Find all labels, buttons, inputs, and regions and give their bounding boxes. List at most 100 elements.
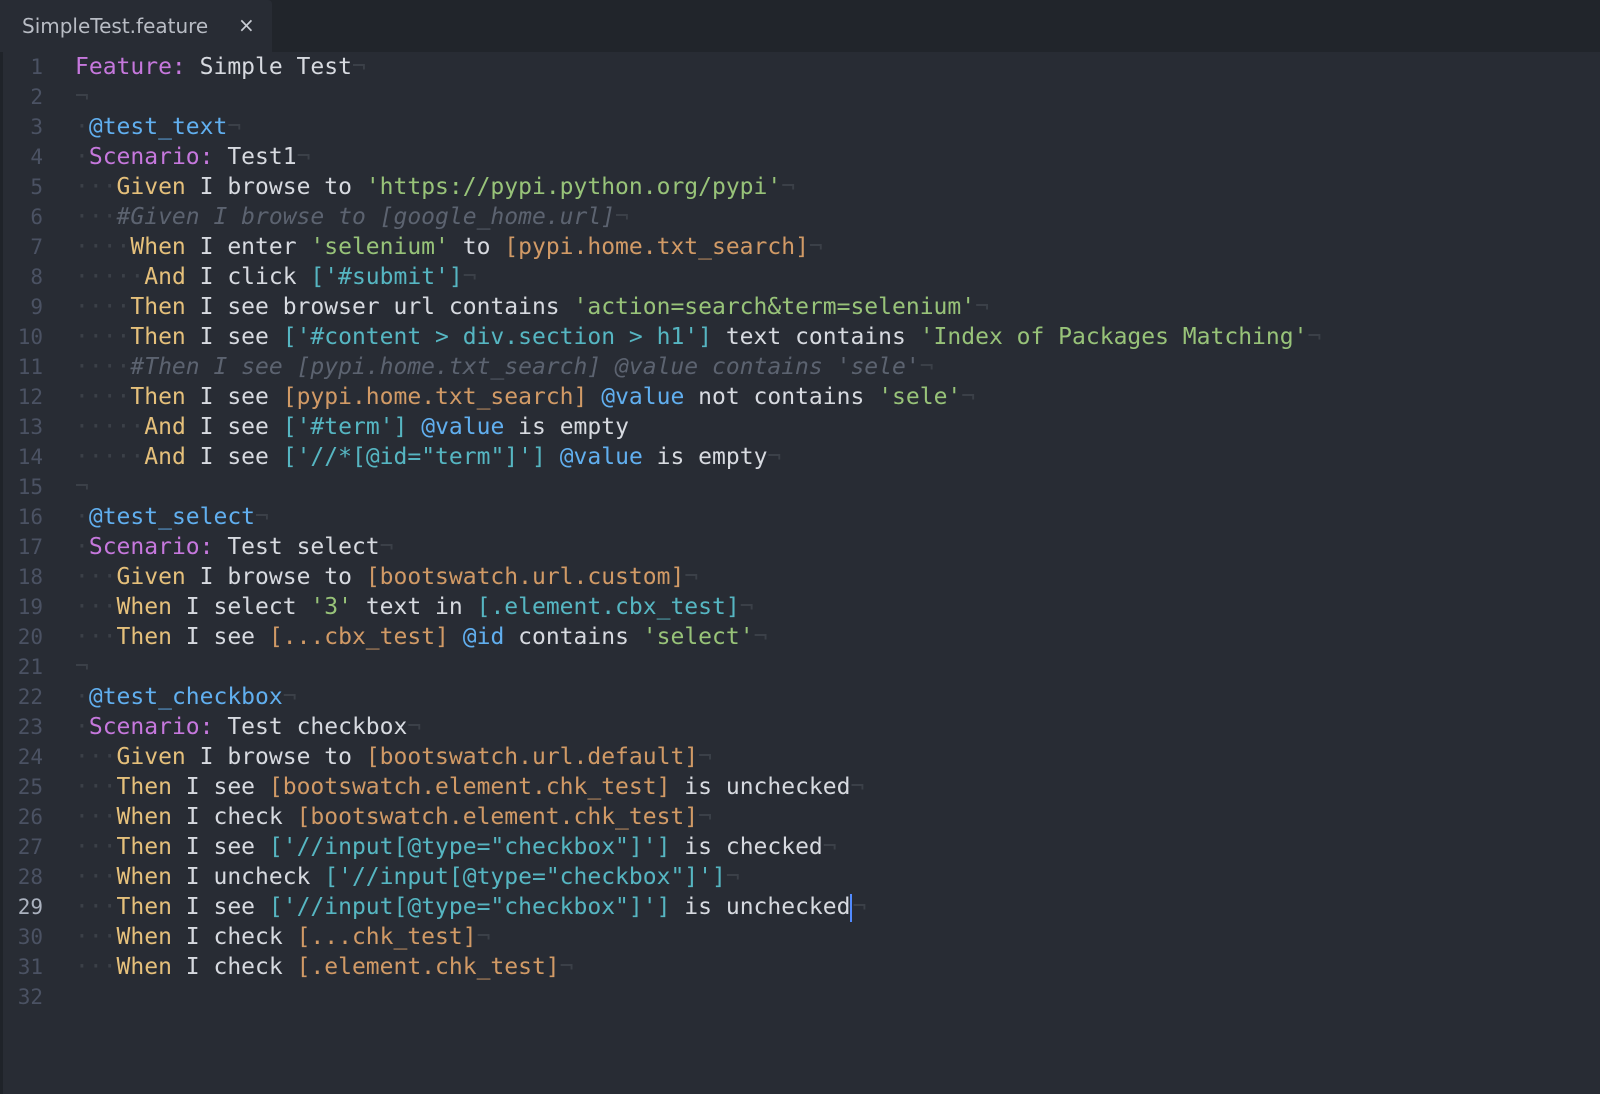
code-line[interactable]: 32 (0, 982, 1600, 1012)
selector-token: ['//input[@type="checkbox"]'] (268, 894, 671, 920)
text-token: I see (171, 624, 269, 650)
line-number: 15 (17, 475, 43, 499)
text-token: I select (171, 594, 311, 620)
line-code[interactable]: ···#Given I browse to [google_home.url]¬ (75, 202, 629, 232)
whitespace-marker: ¬ (753, 624, 768, 650)
line-code[interactable]: ·Scenario: Test select¬ (75, 532, 394, 562)
code-line[interactable]: 23 ·Scenario: Test checkbox¬ (0, 712, 1600, 742)
code-line[interactable]: 2 ¬ (0, 82, 1600, 112)
line-code[interactable]: ···When I check [...chk_test]¬ (75, 922, 490, 952)
code-line[interactable]: 4 ·Scenario: Test1¬ (0, 142, 1600, 172)
code-line[interactable]: 12 ····Then I see [pypi.home.txt_search] … (0, 382, 1600, 412)
text-token: I see (185, 414, 283, 440)
attribute-token: @value (421, 414, 505, 440)
line-code[interactable]: ···Then I see ['//input[@type="checkbox"… (75, 832, 837, 862)
line-code[interactable]: ·Scenario: Test1¬ (75, 142, 310, 172)
step-keyword: Given (116, 744, 186, 770)
code-line[interactable]: 7 ····When I enter 'selenium' to [pypi.ho… (0, 232, 1600, 262)
whitespace-marker: ¬ (698, 804, 712, 830)
keyword-scenario: Scenario: (88, 534, 214, 560)
line-code[interactable]: ···When I select '3' text in [.element.c… (75, 592, 754, 622)
line-code[interactable]: ·····And I see ['//*[@id="term"]'] @valu… (75, 442, 781, 472)
whitespace-marker: ¬ (615, 204, 629, 230)
code-line[interactable]: 19 ···When I select '3' text in [.element… (0, 592, 1600, 622)
code-line[interactable]: 13 ·····And I see ['#term'] @value is emp… (0, 412, 1600, 442)
code-line[interactable]: 14 ·····And I see ['//*[@id="term"]'] @va… (0, 442, 1600, 472)
line-code[interactable]: ····When I enter 'selenium' to [pypi.hom… (75, 232, 823, 262)
code-line[interactable]: 27 ···Then I see ['//input[@type="checkbo… (0, 832, 1600, 862)
line-code[interactable]: ·····And I click ['#submit']¬ (75, 262, 477, 292)
line-code[interactable]: ····Then I see ['#content > div.section … (75, 322, 1321, 352)
code-line[interactable]: 18 ···Given I browse to [bootswatch.url.c… (0, 562, 1600, 592)
line-code[interactable]: ·@test_checkbox¬ (75, 682, 297, 712)
line-code[interactable]: ·@test_select¬ (75, 502, 269, 532)
line-number: 11 (17, 355, 43, 379)
line-code[interactable]: ···Then I see ['//input[@type="checkbox"… (75, 892, 866, 922)
line-code[interactable]: ···When I uncheck ['//input[@type="check… (75, 862, 740, 892)
text-token: I check (171, 924, 297, 950)
attribute-token: @id (462, 624, 505, 650)
line-code[interactable]: ···When I check [bootswatch.element.chk_… (75, 802, 712, 832)
code-editor[interactable]: 1 Feature: Simple Test¬ 2 ¬ 3 ·@test_text¬ 4 ·S… (0, 52, 1600, 1094)
code-line[interactable]: 3 ·@test_text¬ (0, 112, 1600, 142)
line-code[interactable]: ·@test_text¬ (75, 112, 241, 142)
string-token: 'selenium' (310, 234, 449, 260)
code-line[interactable]: 21 ¬ (0, 652, 1600, 682)
line-code[interactable]: ···Given I browse to [bootswatch.url.def… (75, 742, 712, 772)
line-number: 7 (30, 235, 43, 259)
code-line[interactable]: 29 ···Then I see ['//input[@type="checkbo… (0, 892, 1600, 922)
whitespace-marker: ¬ (476, 924, 491, 950)
line-code[interactable]: Feature: Simple Test¬ (75, 52, 366, 82)
code-line[interactable]: 26 ···When I check [bootswatch.element.ch… (0, 802, 1600, 832)
code-line[interactable]: 5 ···Given I browse to 'https://pypi.pyth… (0, 172, 1600, 202)
line-number: 22 (17, 685, 43, 709)
line-code[interactable]: ···Then I see [...cbx_test] @id contains… (75, 622, 767, 652)
code-line[interactable]: 6 ···#Given I browse to [google_home.url]… (0, 202, 1600, 232)
locator-token: [...cbx_test] (268, 624, 449, 650)
code-line[interactable]: 16 ·@test_select¬ (0, 502, 1600, 532)
code-line[interactable]: 9 ····Then I see browser url contains 'ac… (0, 292, 1600, 322)
whitespace-marker: ¬ (781, 174, 796, 200)
step-keyword: Given (116, 174, 186, 200)
line-code[interactable]: ····Then I see [pypi.home.txt_search] @v… (75, 382, 975, 412)
text-token: I enter (185, 234, 311, 260)
code-line[interactable]: 22 ·@test_checkbox¬ (0, 682, 1600, 712)
line-code[interactable]: ····#Then I see [pypi.home.txt_search] @… (75, 352, 934, 382)
code-line[interactable]: 8 ·····And I click ['#submit']¬ (0, 262, 1600, 292)
locator-token: [pypi.home.txt_search] (504, 234, 809, 260)
code-line[interactable]: 10 ····Then I see ['#content > div.sectio… (0, 322, 1600, 352)
tab-simpletest-feature[interactable]: SimpleTest.feature × (0, 0, 272, 52)
whitespace-marker: ····· (75, 444, 145, 470)
line-code[interactable]: ···Given I browse to 'https://pypi.pytho… (75, 172, 795, 202)
code-line[interactable]: 25 ···Then I see [bootswatch.element.chk_… (0, 772, 1600, 802)
whitespace-marker: ¬ (282, 684, 297, 710)
line-number: 18 (17, 565, 43, 589)
line-code[interactable]: ¬ (75, 82, 89, 112)
line-number: 26 (17, 805, 43, 829)
code-line[interactable]: 17 ·Scenario: Test select¬ (0, 532, 1600, 562)
line-code[interactable]: ·Scenario: Test checkbox¬ (75, 712, 421, 742)
line-code[interactable]: ¬ (75, 472, 89, 502)
code-line[interactable]: 28 ···When I uncheck ['//input[@type="che… (0, 862, 1600, 892)
code-line[interactable]: 1 Feature: Simple Test¬ (0, 52, 1600, 82)
line-number: 5 (30, 175, 43, 199)
code-line[interactable]: 20 ···Then I see [...cbx_test] @id contai… (0, 622, 1600, 652)
step-keyword: Then (130, 294, 186, 320)
code-line[interactable]: 31 ···When I check [.element.chk_test]¬ (0, 952, 1600, 982)
text-token: I see (171, 774, 269, 800)
line-code[interactable]: ¬ (75, 652, 89, 682)
line-code[interactable]: ···Given I browse to [bootswatch.url.cus… (75, 562, 698, 592)
code-line[interactable]: 15 ¬ (0, 472, 1600, 502)
line-code[interactable]: ····Then I see browser url contains 'act… (75, 292, 989, 322)
code-line[interactable]: 24 ···Given I browse to [bootswatch.url.d… (0, 742, 1600, 772)
close-icon[interactable]: × (238, 13, 255, 37)
text-token: text in (351, 594, 477, 620)
code-line[interactable]: 11 ····#Then I see [pypi.home.txt_search]… (0, 352, 1600, 382)
code-line[interactable]: 30 ···When I check [...chk_test]¬ (0, 922, 1600, 952)
line-code[interactable]: ···Then I see [bootswatch.element.chk_te… (75, 772, 864, 802)
whitespace-marker: ¬ (698, 744, 713, 770)
line-code[interactable]: ·····And I see ['#term'] @value is empty (75, 412, 629, 442)
line-number: 31 (17, 955, 43, 979)
string-token: 'sele' (878, 384, 962, 410)
line-code[interactable]: ···When I check [.element.chk_test]¬ (75, 952, 574, 982)
